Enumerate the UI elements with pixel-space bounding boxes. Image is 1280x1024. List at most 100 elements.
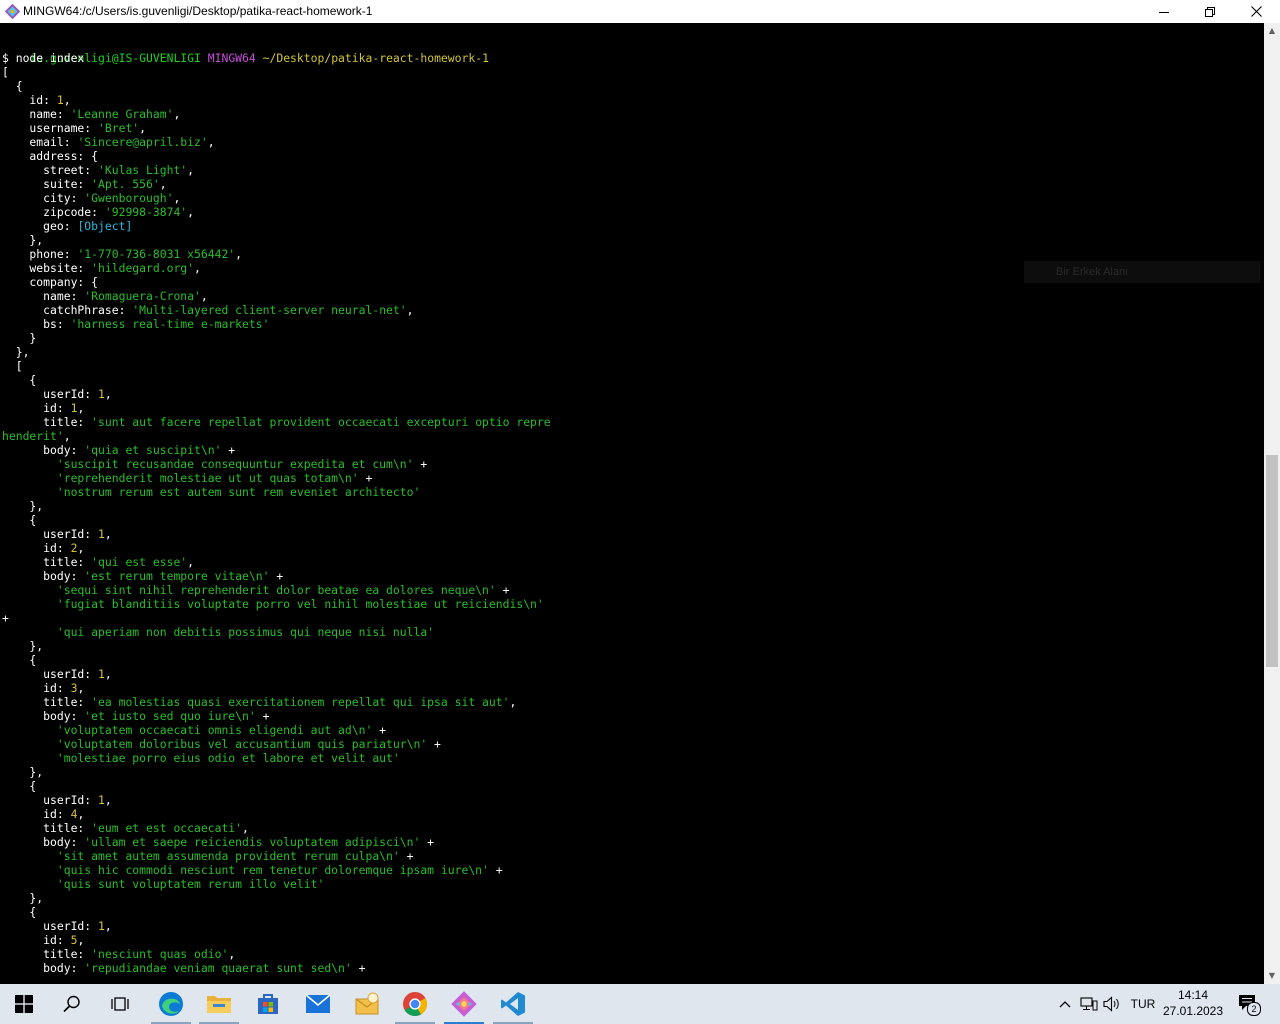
output-line: }, xyxy=(2,233,551,247)
output-token: , xyxy=(235,247,243,261)
output-line: title: 'ea molestias quasi exercitatione… xyxy=(2,695,551,709)
output-token: 1 xyxy=(98,919,105,933)
output-token: , xyxy=(77,807,85,821)
windows-logo-icon xyxy=(15,995,33,1013)
output-line: { xyxy=(2,905,551,919)
output-token: 'repudiandae veniam quaerat sunt sed\n' xyxy=(84,961,352,975)
output-token: 'Leanne Graham' xyxy=(70,107,174,121)
edge-button[interactable] xyxy=(147,984,195,1024)
clock[interactable]: 14:14 27.01.2023 xyxy=(1160,987,1226,1019)
output-line: userId: 1, xyxy=(2,527,551,541)
output-token: , xyxy=(104,793,112,807)
output-token: + xyxy=(221,443,236,457)
taskbar: TUR 14:14 27.01.2023 2 xyxy=(0,984,1280,1024)
output-token: catchPhrase: xyxy=(2,303,133,317)
scrollbar-thumb[interactable] xyxy=(1266,454,1278,667)
output-token: suite: xyxy=(2,177,92,191)
output-line: 'qui aperiam non debitis possimus qui ne… xyxy=(2,625,551,639)
output-token: 1 xyxy=(98,387,105,401)
output-token: , xyxy=(104,919,112,933)
output-line: henderit', xyxy=(2,429,551,443)
git-bash-button[interactable] xyxy=(440,984,488,1024)
output-token: zipcode: xyxy=(2,205,105,219)
envelope-app-icon xyxy=(355,992,379,1015)
output-token: 'Romaguera-Crona' xyxy=(84,289,201,303)
language-indicator[interactable]: TUR xyxy=(1126,984,1160,1024)
folder-icon xyxy=(207,996,231,1013)
output-token: { xyxy=(2,779,37,793)
output-line: 'quis hic commodi nesciunt rem tenetur d… xyxy=(2,863,551,877)
output-line: body: 'ullam et saepe reiciendis volupta… xyxy=(2,835,551,849)
output-token: address: { xyxy=(2,149,99,163)
output-token: title: xyxy=(2,821,92,835)
output-token: 'reprehenderit molestiae ut ut quas tota… xyxy=(2,471,359,485)
show-hidden-icons-button[interactable] xyxy=(1054,984,1076,1024)
output-token: + xyxy=(495,583,510,597)
output-token: , xyxy=(187,555,195,569)
sticky-app-button[interactable] xyxy=(343,984,391,1024)
network-button[interactable] xyxy=(1078,984,1100,1024)
volume-button[interactable] xyxy=(1101,984,1123,1024)
search-button[interactable] xyxy=(48,984,96,1024)
store-button[interactable] xyxy=(244,984,292,1024)
output-token: + xyxy=(488,863,503,877)
output-line: id: 1, xyxy=(2,93,551,107)
output-line: title: 'eum et est occaecati', xyxy=(2,821,551,835)
output-token: body: xyxy=(2,709,85,723)
output-lines: [ { id: 1, name: 'Leanne Graham', userna… xyxy=(2,65,551,975)
output-line: userId: 1, xyxy=(2,919,551,933)
task-view-icon xyxy=(111,997,129,1011)
vscode-button[interactable] xyxy=(489,984,537,1024)
output-token: + xyxy=(372,723,387,737)
output-token: , xyxy=(77,541,85,555)
output-token: , xyxy=(104,667,112,681)
notification-center-button[interactable]: 2 xyxy=(1232,984,1266,1024)
output-token: }, xyxy=(2,765,44,779)
terminal-scrollbar[interactable]: ▲ ▼ xyxy=(1264,23,1280,984)
output-line: 'nostrum rerum est autem sunt rem evenie… xyxy=(2,485,551,499)
output-token: }, xyxy=(2,639,44,653)
mail-button[interactable] xyxy=(294,984,342,1024)
restore-button[interactable] xyxy=(1187,0,1233,23)
output-line: catchPhrase: 'Multi-layered client-serve… xyxy=(2,303,551,317)
output-line: 'suscipit recusandae consequuntur expedi… xyxy=(2,457,551,471)
output-token: , xyxy=(173,107,181,121)
output-token: 'Kulas Light' xyxy=(98,163,188,177)
output-token: { xyxy=(2,373,37,387)
window-titlebar[interactable]: MINGW64:/c/Users/is.guvenligi/Desktop/pa… xyxy=(0,0,1280,23)
close-button[interactable] xyxy=(1233,0,1279,23)
output-line: }, xyxy=(2,345,551,359)
output-token: 'nostrum rerum est autem sunt rem evenie… xyxy=(2,485,421,499)
output-token: email: xyxy=(2,135,78,149)
output-token: , xyxy=(104,387,112,401)
chrome-button[interactable] xyxy=(391,984,439,1024)
terminal-output[interactable]: is.guvenligi@IS-GUVENLIGI MINGW64 ~/Desk… xyxy=(0,23,1264,984)
output-token: website: xyxy=(2,261,92,275)
restore-icon xyxy=(1205,6,1215,17)
output-line: body: 'repudiandae veniam quaerat sunt s… xyxy=(2,961,551,975)
output-token: { xyxy=(2,905,37,919)
output-token: 1 xyxy=(98,793,105,807)
output-token: 'sit amet autem assumenda provident reru… xyxy=(2,849,400,863)
arrow-up-icon[interactable]: ▲ xyxy=(1264,23,1280,39)
output-token: 'harness real-time e-markets' xyxy=(70,317,270,331)
output-line: username: 'Bret', xyxy=(2,121,551,135)
output-token: title: xyxy=(2,415,92,429)
start-button[interactable] xyxy=(0,984,48,1024)
output-token: , xyxy=(77,401,85,415)
file-explorer-button[interactable] xyxy=(195,984,243,1024)
output-token: , xyxy=(77,681,85,695)
output-line: bs: 'harness real-time e-markets' xyxy=(2,317,551,331)
output-token: 'hildegard.org' xyxy=(91,261,195,275)
output-token: 'quia et suscipit\n' xyxy=(84,443,222,457)
minimize-button[interactable] xyxy=(1141,0,1187,23)
task-view-button[interactable] xyxy=(96,984,144,1024)
output-line: 'reprehenderit molestiae ut ut quas tota… xyxy=(2,471,551,485)
output-line: 'voluptatem doloribus vel accusantium qu… xyxy=(2,737,551,751)
arrow-down-icon[interactable]: ▼ xyxy=(1264,968,1280,984)
store-icon xyxy=(258,994,278,1014)
output-token: userId: xyxy=(2,387,99,401)
output-line: email: 'Sincere@april.biz', xyxy=(2,135,551,149)
output-token: body: xyxy=(2,569,85,583)
clock-time: 14:14 xyxy=(1177,988,1209,1002)
